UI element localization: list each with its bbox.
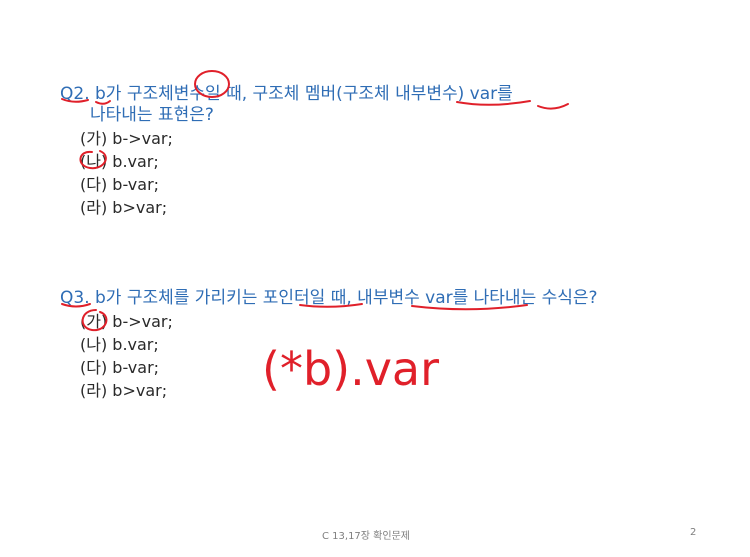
q3-option-ga: (가) b->var; bbox=[80, 312, 173, 331]
q2-option-na: (나) b.var; bbox=[80, 152, 159, 171]
page-number: 2 bbox=[690, 527, 697, 538]
q2-option-da: (다) b-var; bbox=[80, 175, 160, 194]
q3-title: Q3. b가 구조체를 가리키는 포인터일 때, 내부변수 var를 나타내는 … bbox=[60, 288, 598, 308]
q3-option-na: (나) b.var; bbox=[80, 335, 159, 354]
footer-title: C 13,17장 확인문제 bbox=[322, 531, 410, 542]
q2-option-ra: (라) b>var; bbox=[80, 198, 168, 217]
q3-option-ra: (라) b>var; bbox=[80, 381, 168, 400]
q2-option-ga: (가) b->var; bbox=[80, 129, 173, 148]
q2-title-line1: Q2. b가 구조체변수일 때, 구조체 멤버(구조체 내부변수) var를 bbox=[60, 84, 513, 104]
ink-handwritten-answer: (*b).var bbox=[262, 342, 439, 396]
q3-option-da: (다) b-var; bbox=[80, 358, 160, 377]
q2-title-line2: 나타내는 표현은? bbox=[90, 105, 214, 125]
ink-underline-var bbox=[537, 103, 569, 110]
